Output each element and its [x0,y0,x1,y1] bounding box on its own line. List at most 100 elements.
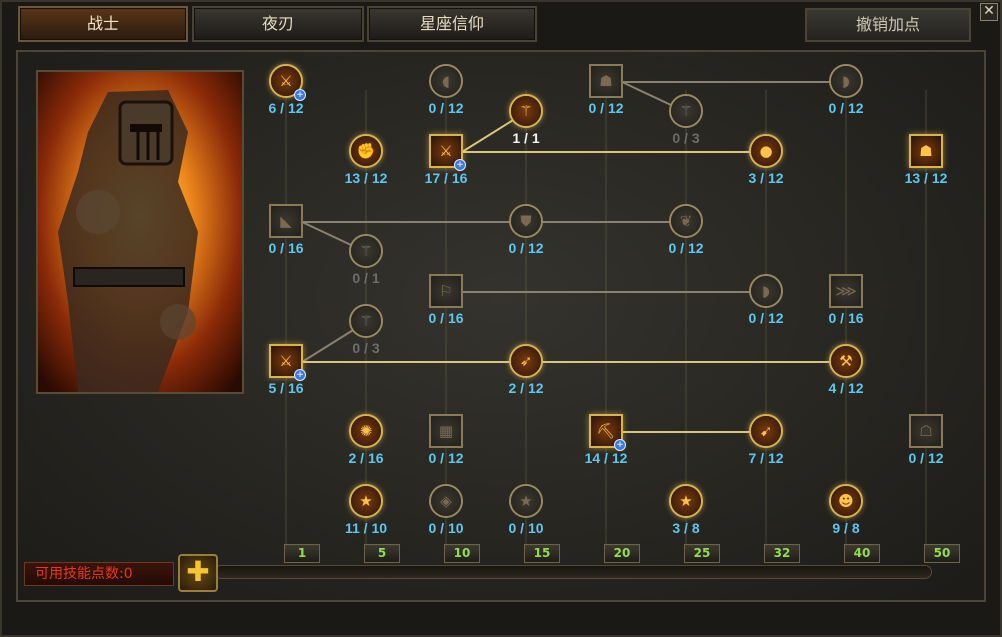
armor-icon[interactable]: ⛊ [509,204,543,238]
skill-node-s14[interactable]: ⚚ 0 / 1 [329,234,403,292]
rune-icon[interactable]: ⚚ [349,304,383,338]
skill-node-s10[interactable]: ☗ 13 / 12 [889,134,963,192]
star-icon[interactable]: ★ [349,484,383,518]
skill-node-s21[interactable]: ⚒ 4 / 12 [809,344,883,402]
dual-blade-icon[interactable]: ⚔ + [269,344,306,381]
sword-icon[interactable]: ⚔ + [429,134,466,171]
skill-node-s1[interactable]: ⚔ +6 / 12 [249,64,323,122]
star-icon-glyph: ★ [671,486,701,516]
pendant-icon[interactable]: ◈ [429,484,463,518]
strike-icon[interactable]: ◣ [269,204,303,238]
fist-icon[interactable]: ✊ [349,134,383,168]
skill-node-s13[interactable]: ❦ 0 / 12 [649,204,723,262]
star-icon[interactable]: ★ [669,484,703,518]
skill-rank-count: 2 / 16 [348,450,384,466]
rune-icon[interactable]: ⚚ [509,94,543,128]
cloak-icon[interactable]: ☖ [909,414,943,448]
skill-node-s15[interactable]: ⚐ 0 / 16 [409,274,483,332]
helm-icon-glyph: ☗ [911,136,941,166]
skill-rank-count: 2 / 12 [508,380,544,396]
fist-icon-glyph: ✊ [351,136,381,166]
skill-node-s20[interactable]: ➶ 2 / 12 [489,344,563,402]
gauntlet-icon[interactable]: ▦ [429,414,463,448]
skill-rank-count: 0 / 16 [828,310,864,326]
skill-node-s4[interactable]: ◗ 0 / 12 [809,64,883,122]
spin-icon-glyph: ➹ [751,416,781,446]
boot-icon-glyph: ◗ [751,276,781,306]
skill-rank-count: 11 / 10 [344,520,388,536]
skill-rank-count: 0 / 16 [268,240,304,256]
skill-node-s17[interactable]: ⋙ 0 / 16 [809,274,883,332]
spin-icon[interactable]: ➹ [749,414,783,448]
star-icon-glyph: ★ [351,486,381,516]
skill-node-s8[interactable]: ⚔ +17 / 16 [409,134,483,192]
skill-node-s16[interactable]: ◗ 0 / 12 [729,274,803,332]
skill-node-s6[interactable]: ⚚ 0 / 3 [649,94,723,152]
skill-node-s9[interactable]: ● 3 / 12 [729,134,803,192]
wing-icon[interactable]: ❦ [669,204,703,238]
skill-rank-count: 0 / 1 [352,270,380,286]
skill-rank-count: 5 / 16 [268,380,304,396]
skill-node-s5[interactable]: ⚚ 1 / 1 [489,94,563,152]
skill-node-s7[interactable]: ✊ 13 / 12 [329,134,403,192]
boot-icon[interactable]: ◗ [749,274,783,308]
slash-icon[interactable]: ◗ [829,64,863,98]
skill-node-s31[interactable]: ☻ 9 / 8 [809,484,883,542]
skill-node-s18[interactable]: ⚚ 0 / 3 [329,304,403,362]
helm-icon[interactable]: ☗ [909,134,943,168]
level-marker: 32 [764,544,800,563]
rune-icon[interactable]: ⚚ [669,94,703,128]
skill-node-s28[interactable]: ◈ 0 / 10 [409,484,483,542]
runner-icon-glyph: ⚐ [431,276,461,306]
skill-rank-count: 0 / 12 [668,240,704,256]
skill-node-s26[interactable]: ☖ 0 / 12 [889,414,963,472]
skill-rank-count: 0 / 12 [428,100,464,116]
skill-node-s11[interactable]: ◣ 0 / 16 [249,204,323,262]
skill-rank-count: 14 / 12 [584,450,628,466]
aura-icon-glyph: ✺ [351,416,381,446]
level-marker: 15 [524,544,560,563]
rune-icon-glyph: ⚚ [351,236,381,266]
axe-icon-glyph: ⚒ [831,346,861,376]
star-icon-glyph: ★ [511,486,541,516]
skill-node-s2[interactable]: ◖ 0 / 12 [409,64,483,122]
skill-node-s24[interactable]: ⛏ +14 / 12 [569,414,643,472]
charge-icon[interactable]: ➶ [509,344,543,378]
add-points-button[interactable]: ✚ [178,554,218,592]
skill-node-s12[interactable]: ⛊ 0 / 12 [489,204,563,262]
skill-rank-count: 6 / 12 [268,100,304,116]
skill-node-s29[interactable]: ★ 0 / 10 [489,484,563,542]
skill-node-s19[interactable]: ⚔ +5 / 16 [249,344,323,402]
runner-icon[interactable]: ⚐ [429,274,463,308]
rune-icon[interactable]: ⚚ [349,234,383,268]
skill-rank-count: 0 / 12 [828,100,864,116]
skill-node-s22[interactable]: ✺ 2 / 16 [329,414,403,472]
skill-rank-count: 3 / 8 [672,520,700,536]
skill-rank-count: 0 / 12 [588,100,624,116]
cannon-icon[interactable]: ⛏ + [589,414,626,451]
level-marker: 10 [444,544,480,563]
skill-node-s3[interactable]: ☗ 0 / 12 [569,64,643,122]
axe-icon[interactable]: ⚒ [829,344,863,378]
fire-icon[interactable]: ● [749,134,783,168]
skill-rank-count: 7 / 12 [748,450,784,466]
skill-rank-count: 0 / 12 [428,450,464,466]
skill-rank-count: 4 / 12 [828,380,864,396]
level-marker: 50 [924,544,960,563]
blade-icon[interactable]: ⚔ + [269,64,306,101]
shield-icon[interactable]: ◖ [429,64,463,98]
level-marker: 40 [844,544,880,563]
skill-node-s30[interactable]: ★ 3 / 8 [649,484,723,542]
aura-icon[interactable]: ✺ [349,414,383,448]
claw-icon[interactable]: ⋙ [829,274,863,308]
star-icon[interactable]: ★ [509,484,543,518]
skill-node-s23[interactable]: ▦ 0 / 12 [409,414,483,472]
wing-icon-glyph: ❦ [671,206,701,236]
warrior-icon[interactable]: ☗ [589,64,623,98]
skill-node-s25[interactable]: ➹ 7 / 12 [729,414,803,472]
skill-node-s27[interactable]: ★ 11 / 10 [329,484,403,542]
strike-icon-glyph: ◣ [271,206,301,236]
face-icon[interactable]: ☻ [829,484,863,518]
pendant-icon-glyph: ◈ [431,486,461,516]
skill-rank-count: 0 / 10 [508,520,544,536]
